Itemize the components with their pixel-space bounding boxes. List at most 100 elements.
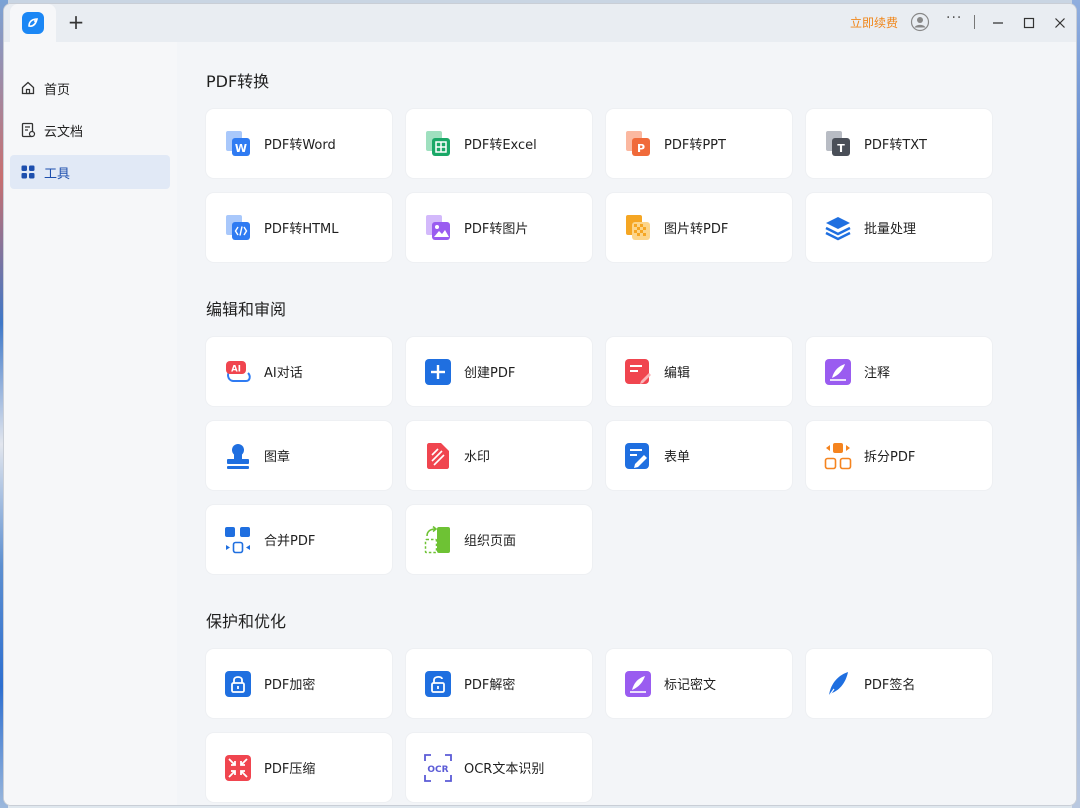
minimize-button[interactable] — [987, 12, 1009, 34]
tool-label: 组织页面 — [464, 534, 517, 549]
cloud-document-icon — [21, 122, 36, 138]
split-icon — [824, 442, 852, 470]
tool-label: 创建PDF — [464, 366, 516, 381]
html-icon — [224, 214, 252, 242]
app-logo-icon — [22, 12, 44, 34]
tool-pdf-to-excel[interactable]: PDF转Excel — [406, 109, 592, 178]
sidebar: 首页 云文档 工具 — [4, 42, 176, 805]
tool-redact[interactable]: 标记密文 — [606, 649, 792, 718]
organize-icon — [424, 525, 452, 554]
tool-form[interactable]: 表单 — [606, 421, 792, 490]
tool-batch-process[interactable]: 批量处理 — [806, 193, 992, 262]
tool-label: PDF签名 — [864, 678, 916, 693]
tool-label: 合并PDF — [264, 534, 316, 549]
tool-ai-chat[interactable]: AI AI对话 — [206, 337, 392, 406]
tool-label: PDF转PPT — [664, 138, 726, 153]
tool-label: 表单 — [664, 450, 691, 465]
titlebar-separator — [974, 15, 975, 29]
renew-link[interactable]: 立即续费 — [850, 14, 898, 31]
user-avatar-icon[interactable] — [910, 12, 930, 32]
tool-label: PDF解密 — [464, 678, 516, 693]
more-menu-icon[interactable]: ··· — [946, 10, 962, 26]
tool-label: PDF加密 — [264, 678, 316, 693]
tool-pdf-to-ppt[interactable]: P PDF转PPT — [606, 109, 792, 178]
stamp-icon — [224, 442, 252, 470]
close-button[interactable] — [1049, 12, 1071, 34]
tool-pdf-sign[interactable]: PDF签名 — [806, 649, 992, 718]
home-icon — [21, 81, 35, 95]
svg-text:W: W — [235, 142, 247, 155]
watermark-icon — [424, 442, 452, 470]
new-tab-button[interactable]: + — [64, 11, 88, 35]
section-title-convert: PDF转换 — [206, 72, 270, 91]
ocr-icon: OCR — [424, 753, 452, 782]
home-tab[interactable] — [10, 4, 56, 42]
tool-label: 注释 — [864, 366, 891, 381]
compress-icon — [224, 754, 252, 782]
tool-label: 水印 — [464, 450, 491, 465]
edit-icon — [624, 358, 652, 386]
ppt-icon: P — [624, 130, 652, 158]
signature-icon — [824, 670, 852, 698]
sidebar-item-label: 首页 — [44, 82, 71, 98]
tool-merge-pdf[interactable]: 合并PDF — [206, 505, 392, 574]
tools-panel: PDF转换 W PDF转Word PDF转Excel P PDF转PPT T P… — [177, 42, 1076, 805]
tool-annotate[interactable]: 注释 — [806, 337, 992, 406]
maximize-button[interactable] — [1018, 12, 1040, 34]
form-icon — [624, 442, 652, 470]
grid-tools-icon — [21, 165, 35, 179]
sidebar-item-label: 工具 — [44, 166, 71, 182]
tool-label: 拆分PDF — [864, 450, 916, 465]
annotate-icon — [824, 358, 852, 386]
svg-text:P: P — [637, 142, 645, 155]
section-title-protect-optimize: 保护和优化 — [206, 612, 287, 631]
sidebar-item-home[interactable]: 首页 — [10, 71, 170, 105]
tool-label: PDF转TXT — [864, 138, 927, 153]
svg-text:T: T — [837, 142, 845, 155]
word-icon: W — [224, 130, 252, 158]
lock-icon — [224, 670, 252, 698]
tool-label: PDF转HTML — [264, 222, 339, 237]
tool-pdf-to-txt[interactable]: T PDF转TXT — [806, 109, 992, 178]
tool-label: OCR文本识别 — [464, 762, 545, 777]
redact-icon — [624, 670, 652, 698]
svg-text:AI: AI — [231, 364, 241, 374]
tool-label: 图片转PDF — [664, 222, 729, 237]
merge-icon — [224, 526, 252, 554]
tool-label: AI对话 — [264, 366, 303, 381]
tool-label: 编辑 — [664, 366, 691, 381]
sidebar-item-tools[interactable]: 工具 — [10, 155, 170, 189]
tool-create-pdf[interactable]: 创建PDF — [406, 337, 592, 406]
unlock-icon — [424, 670, 452, 698]
tool-ocr[interactable]: OCR OCR文本识别 — [406, 733, 592, 802]
sidebar-item-cloud-docs[interactable]: 云文档 — [10, 113, 170, 147]
tool-pdf-to-word[interactable]: W PDF转Word — [206, 109, 392, 178]
tool-label: 批量处理 — [864, 222, 917, 237]
tool-organize-pages[interactable]: 组织页面 — [406, 505, 592, 574]
tool-image-to-pdf[interactable]: 图片转PDF — [606, 193, 792, 262]
tool-pdf-encrypt[interactable]: PDF加密 — [206, 649, 392, 718]
layers-icon — [824, 214, 852, 242]
tool-pdf-to-html[interactable]: PDF转HTML — [206, 193, 392, 262]
tool-pdf-decrypt[interactable]: PDF解密 — [406, 649, 592, 718]
tool-label: PDF转Word — [264, 138, 336, 153]
tool-split-pdf[interactable]: 拆分PDF — [806, 421, 992, 490]
image-icon — [424, 214, 452, 242]
excel-icon — [424, 130, 452, 158]
tool-label: PDF转图片 — [464, 222, 529, 237]
tool-label: PDF转Excel — [464, 138, 537, 153]
tool-label: 标记密文 — [664, 678, 717, 693]
create-pdf-icon — [424, 358, 452, 386]
tool-pdf-compress[interactable]: PDF压缩 — [206, 733, 392, 802]
section-title-edit-review: 编辑和审阅 — [206, 300, 287, 319]
app-window: + 立即续费 ··· 首页 云文档 工具 PDF转换 W PDF转Word PD… — [3, 3, 1077, 806]
tool-edit[interactable]: 编辑 — [606, 337, 792, 406]
tool-pdf-to-image[interactable]: PDF转图片 — [406, 193, 592, 262]
sidebar-item-label: 云文档 — [44, 124, 84, 140]
tool-label: 图章 — [264, 450, 291, 465]
title-bar: + 立即续费 ··· — [4, 4, 1076, 42]
txt-icon: T — [824, 130, 852, 158]
tool-watermark[interactable]: 水印 — [406, 421, 592, 490]
tool-stamp[interactable]: 图章 — [206, 421, 392, 490]
image-to-pdf-icon — [624, 214, 652, 242]
